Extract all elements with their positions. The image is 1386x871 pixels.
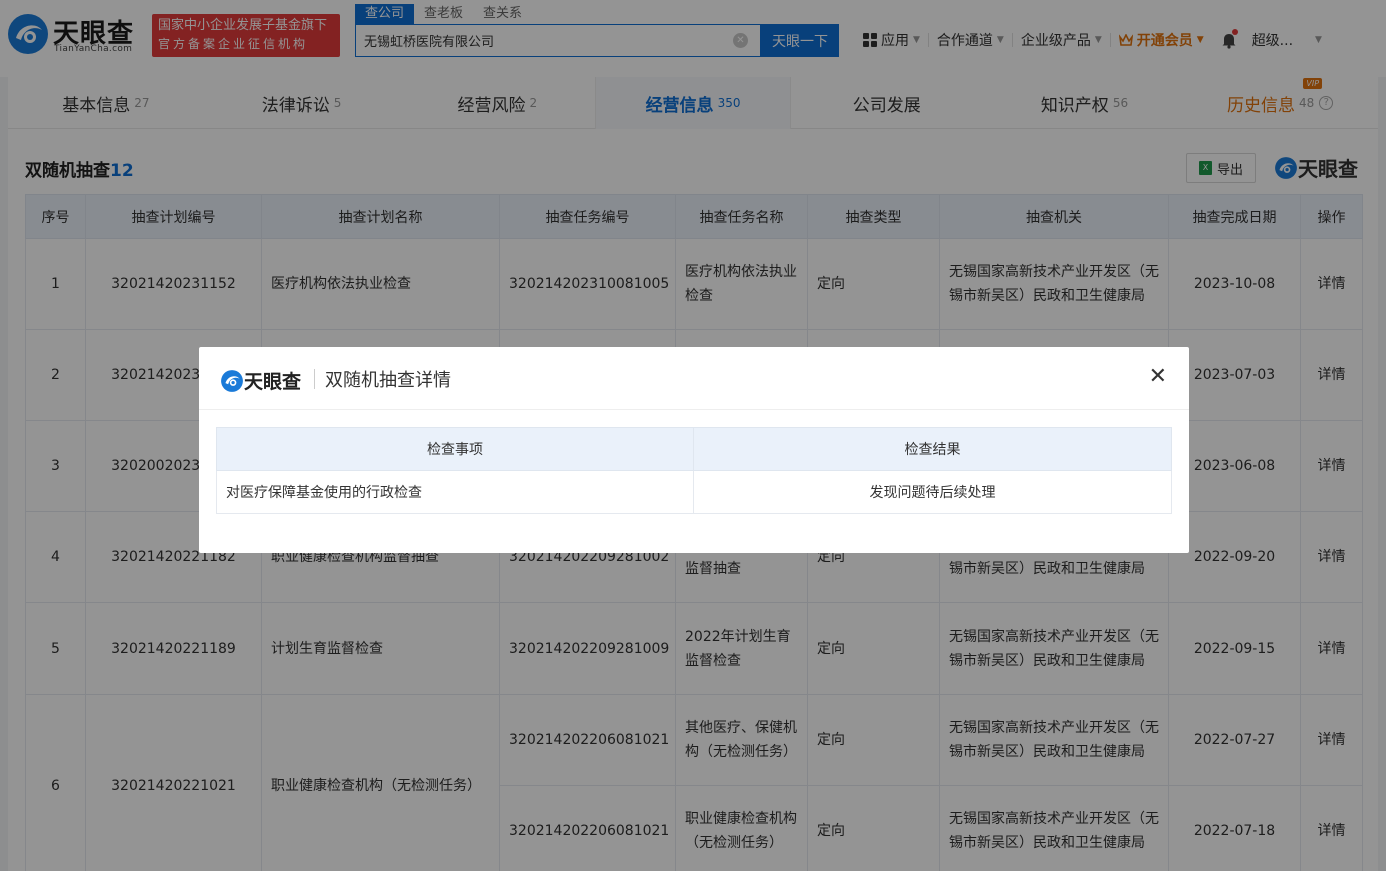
modal-brand-text: 天眼查 <box>244 367 301 394</box>
spot-check-detail-modal: 天眼查 双随机抽查详情 ✕ 检查事项 检查结果 对医疗保障基金使用的行政检查 发… <box>199 347 1189 553</box>
modal-brand: 天眼查 <box>220 367 301 394</box>
detail-header-row: 检查事项 检查结果 <box>217 428 1172 471</box>
col-check-item: 检查事项 <box>217 428 694 471</box>
close-icon[interactable]: ✕ <box>1149 365 1167 389</box>
detail-table: 检查事项 检查结果 对医疗保障基金使用的行政检查 发现问题待后续处理 <box>216 427 1172 514</box>
modal-divider <box>314 369 315 389</box>
col-check-result: 检查结果 <box>694 428 1172 471</box>
tianyancha-logo-icon <box>220 369 244 393</box>
modal-header: 天眼查 双随机抽查详情 ✕ <box>199 347 1189 410</box>
detail-row: 对医疗保障基金使用的行政检查 发现问题待后续处理 <box>217 471 1172 514</box>
cell-check-result: 发现问题待后续处理 <box>694 471 1172 514</box>
modal-title: 双随机抽查详情 <box>325 366 451 392</box>
cell-check-item: 对医疗保障基金使用的行政检查 <box>217 471 694 514</box>
